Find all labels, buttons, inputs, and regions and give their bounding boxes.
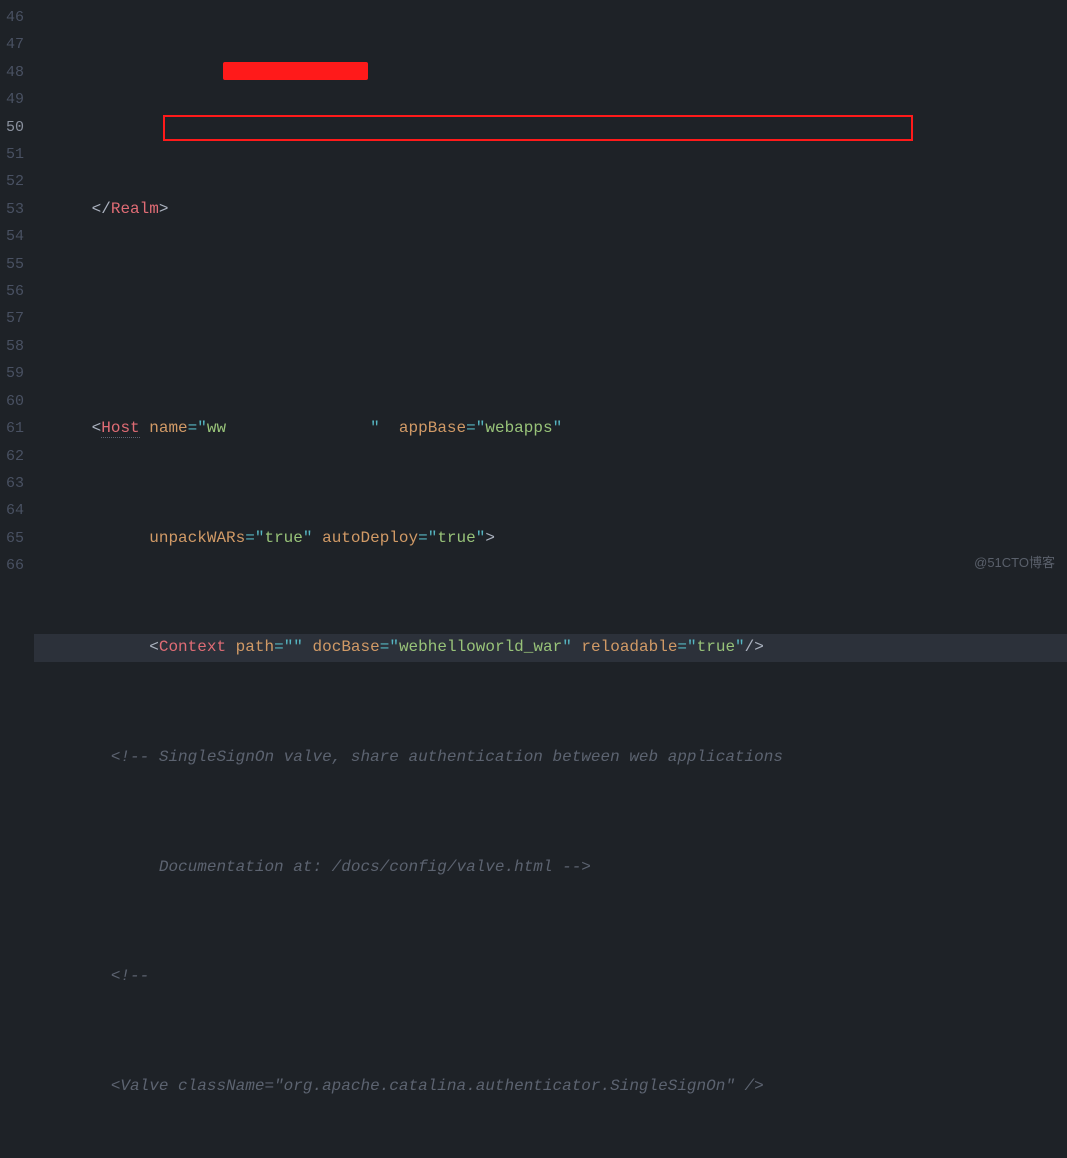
code-line[interactable]: </Realm> [34, 196, 1067, 223]
redaction-bar [223, 62, 368, 80]
line-number: 60 [6, 388, 24, 415]
code-line[interactable]: <Context path="" docBase="webhelloworld_… [34, 634, 1067, 661]
line-number: 47 [6, 31, 24, 58]
line-number: 59 [6, 360, 24, 387]
line-number: 51 [6, 141, 24, 168]
line-number: 64 [6, 497, 24, 524]
code-line[interactable]: <Valve className="org.apache.catalina.au… [34, 1073, 1067, 1100]
line-number: 62 [6, 443, 24, 470]
code-line[interactable]: <Host name="ww " appBase="webapps" [34, 415, 1067, 442]
line-number: 61 [6, 415, 24, 442]
code-line[interactable]: unpackWARs="true" autoDeploy="true"> [34, 525, 1067, 552]
line-number: 46 [6, 4, 24, 31]
watermark: @51CTO博客 [974, 552, 1055, 571]
code-line[interactable] [34, 305, 1067, 332]
code-editor[interactable]: 46 47 48 49 50 51 52 53 54 55 56 57 58 5… [0, 0, 1067, 579]
line-number: 63 [6, 470, 24, 497]
line-number: 58 [6, 333, 24, 360]
line-number: 56 [6, 278, 24, 305]
highlight-box [163, 115, 913, 141]
line-number: 48 [6, 59, 24, 86]
line-number: 55 [6, 251, 24, 278]
code-line[interactable]: <!-- [34, 963, 1067, 990]
line-number: 54 [6, 223, 24, 250]
line-number: 52 [6, 168, 24, 195]
line-number: 65 [6, 525, 24, 552]
line-number: 50 [6, 114, 24, 141]
line-number: 49 [6, 86, 24, 113]
code-line[interactable]: <!-- SingleSignOn valve, share authentic… [34, 744, 1067, 771]
code-area[interactable]: </Realm> <Host name="ww " appBase="webap… [34, 0, 1067, 579]
line-number: 66 [6, 552, 24, 579]
code-line[interactable]: Documentation at: /docs/config/valve.htm… [34, 854, 1067, 881]
line-number: 57 [6, 305, 24, 332]
line-number-gutter: 46 47 48 49 50 51 52 53 54 55 56 57 58 5… [0, 0, 34, 579]
line-number: 53 [6, 196, 24, 223]
